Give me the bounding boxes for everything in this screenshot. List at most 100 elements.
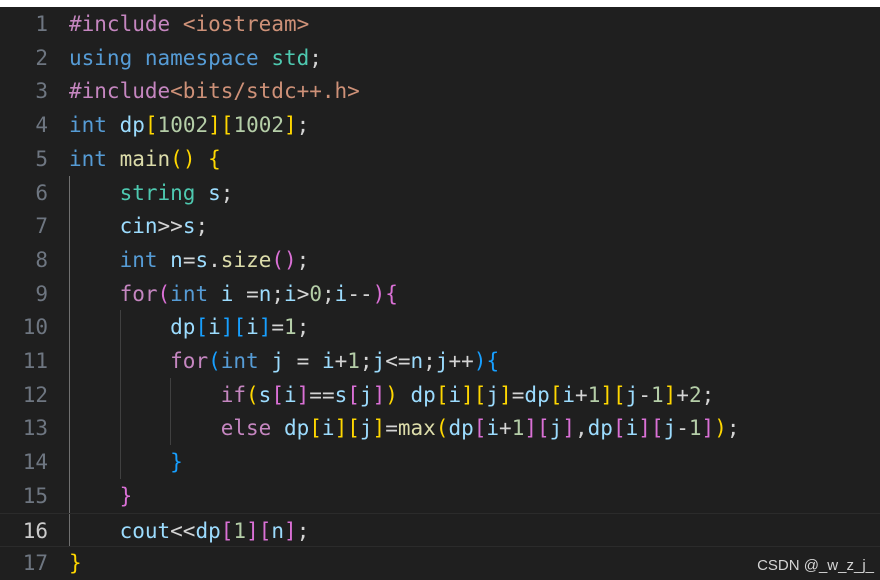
code-token: j (549, 416, 563, 441)
code-line[interactable]: 13 else dp[i][j]=max(dp[i+1][j],dp[i][j-… (0, 411, 880, 445)
code-token: ; (220, 180, 234, 205)
code-token: ] (246, 518, 259, 543)
code-text: cout<<dp[1][n]; (69, 514, 310, 548)
code-token: int (170, 281, 209, 306)
code-token: = (271, 315, 285, 340)
code-line[interactable]: 9 for(int i =n;i>0;i--){ (0, 277, 880, 311)
code-token: #include (69, 12, 171, 36)
code-token: [ (473, 416, 487, 441)
watermark: CSDN @_w_z_j_ (757, 557, 874, 574)
code-line[interactable]: 7 cin>>s; (0, 209, 880, 243)
line-number: 2 (35, 45, 48, 70)
code-line[interactable]: 15 } (0, 479, 880, 513)
code-text: #include<bits/stdc++.h> (69, 74, 360, 108)
code-line[interactable]: 3 #include<bits/stdc++.h> (0, 74, 880, 108)
code-token: == (309, 382, 335, 407)
code-token: [ (233, 315, 247, 340)
code-token: [ (347, 416, 360, 441)
code-line[interactable]: 2 using namespace std; (0, 41, 880, 75)
code-token: dp (587, 416, 613, 441)
code-token: ; (195, 214, 209, 239)
code-token: ] (208, 113, 221, 138)
code-text: } (69, 546, 82, 580)
code-token: + (575, 382, 588, 407)
code-token: ] (499, 382, 512, 407)
code-token: { (385, 281, 398, 306)
code-token: dp (524, 382, 550, 407)
code-token: s (334, 382, 348, 407)
code-token: } (119, 483, 133, 508)
code-token: [ (309, 416, 322, 441)
code-text: string s; (69, 176, 234, 210)
code-line[interactable]: 16 cout<<dp[1][n]; (0, 512, 880, 548)
line-number: 8 (35, 247, 48, 272)
code-token: string (119, 180, 196, 205)
code-token: std (271, 45, 310, 70)
code-token: cout (119, 518, 171, 543)
code-line[interactable]: 12 if(s[i]==s[j]) dp[i][j]=dp[i+1][j-1]+… (0, 378, 880, 412)
code-token: ; (296, 315, 310, 340)
code-line[interactable]: 5 int main() { (0, 142, 880, 176)
code-token: [ (549, 382, 563, 407)
code-token: = (385, 416, 398, 441)
line-number: 14 (22, 450, 48, 475)
code-token: 1 (688, 416, 702, 441)
code-text: using namespace std; (69, 41, 322, 75)
code-token: for (170, 349, 209, 373)
code-token: [ (220, 518, 234, 543)
code-token: ( (157, 281, 171, 306)
code-token: #include (69, 79, 171, 104)
code-token: i (448, 382, 462, 407)
code-token: i (334, 281, 348, 306)
code-token: ; (726, 416, 740, 441)
code-line[interactable]: 1 #include <iostream> (0, 7, 880, 41)
code-line[interactable]: 17} (0, 546, 880, 580)
code-token: ] (284, 518, 297, 543)
code-token: 2 (688, 382, 702, 407)
code-token: <iostream> (182, 12, 310, 36)
code-editor[interactable]: 1 #include <iostream> 2 using namespace std… (0, 7, 880, 580)
code-token: i (321, 416, 335, 441)
line-number: 16 (22, 518, 48, 543)
code-token: <= (385, 349, 411, 373)
code-token: i (246, 315, 259, 340)
code-line[interactable]: 14 } (0, 445, 880, 479)
code-line[interactable]: 11 for(int j = i+1;j<=n;j++){ (0, 344, 880, 378)
line-number: 1 (35, 12, 48, 36)
code-token: j (486, 382, 500, 407)
code-text: int n=s.size(); (69, 243, 310, 277)
code-token: j (372, 349, 386, 373)
code-line[interactable]: 10 dp[i][i]=1; (0, 310, 880, 344)
code-token: j (435, 349, 449, 373)
code-line[interactable]: 6 string s; (0, 176, 880, 210)
code-token: 1002 (157, 113, 209, 138)
code-token: n (271, 518, 285, 543)
code-token: 1 (650, 382, 664, 407)
code-token: << (170, 518, 196, 543)
code-token: ] (600, 382, 613, 407)
code-token: ( (208, 349, 221, 373)
code-token: { (208, 146, 221, 171)
code-token: ; (296, 113, 310, 138)
code-token: size (220, 247, 272, 272)
line-number: 12 (22, 382, 48, 407)
code-line[interactable]: 8 int n=s.size(); (0, 243, 880, 277)
code-token: ] (638, 416, 651, 441)
code-line[interactable]: 4 int dp[1002][1002]; (0, 108, 880, 142)
code-token: dp (119, 113, 145, 138)
code-token: i (562, 382, 576, 407)
code-token: int (119, 247, 158, 272)
code-text: for(int i =n;i>0;i--){ (69, 277, 398, 311)
